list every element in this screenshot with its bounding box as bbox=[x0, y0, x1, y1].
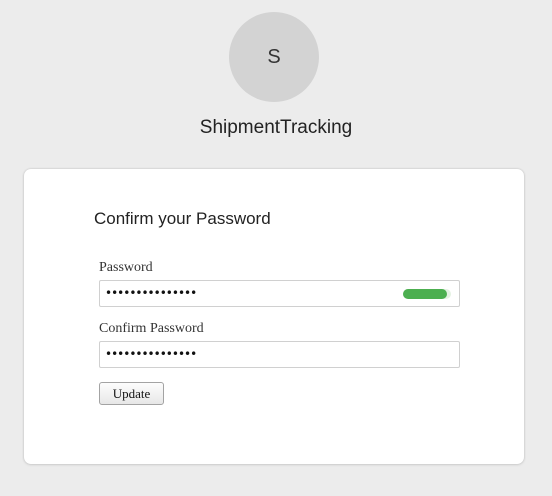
avatar-initial: S bbox=[267, 45, 281, 68]
app-name: ShipmentTracking bbox=[199, 117, 353, 138]
confirm-password-label: Confirm Password bbox=[99, 321, 204, 336]
update-button[interactable]: Update bbox=[99, 382, 164, 405]
password-strength-meter bbox=[403, 289, 451, 299]
password-masked-value: ••••••••••••••• bbox=[105, 286, 197, 300]
password-strength-fill bbox=[403, 289, 448, 299]
avatar: S bbox=[229, 12, 319, 102]
password-field[interactable]: ••••••••••••••• bbox=[99, 280, 460, 307]
password-label: Password bbox=[99, 260, 153, 275]
confirm-password-card: Confirm your Password Password •••••••••… bbox=[24, 169, 524, 464]
form-title: Confirm your Password bbox=[94, 209, 271, 228]
confirm-password-masked-value: ••••••••••••••• bbox=[105, 347, 197, 361]
confirm-password-field[interactable]: ••••••••••••••• bbox=[99, 341, 460, 368]
